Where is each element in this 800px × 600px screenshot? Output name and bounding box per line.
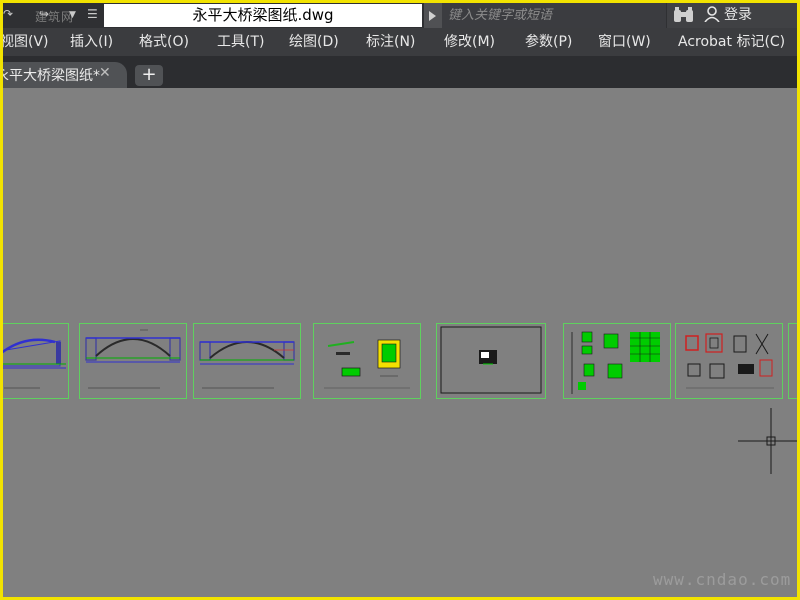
triangle-right-icon — [429, 11, 436, 21]
document-tab-label: 永平大桥梁图纸* — [3, 68, 100, 84]
customize-menu-icon[interactable]: ☰ — [87, 7, 98, 21]
watermark-text: www.cndao.com — [653, 570, 792, 589]
menu-modify[interactable]: 修改(M) — [444, 28, 495, 56]
menu-bar: 视图(V) 插入(I) 格式(O) 工具(T) 绘图(D) 标注(N) 修改(M… — [3, 28, 797, 56]
dropdown-arrow-icon[interactable]: ▼ — [69, 10, 76, 20]
menu-insert[interactable]: 插入(I) — [70, 28, 113, 56]
layout-thumbnail-bridge-3[interactable] — [193, 323, 301, 399]
title-bar: ↷ 建筑网 ↪ ▼ ☰ 永平大桥梁图纸.dwg 键入关键字或短语 登录 — [3, 3, 797, 28]
quick-access-toolbar: ↷ 建筑网 ↪ ▼ ☰ — [3, 3, 103, 28]
crosshair-cursor-icon — [738, 408, 797, 474]
login-button[interactable]: 登录 — [704, 3, 752, 28]
user-tools: 登录 — [667, 3, 797, 28]
layout-thumbnail-section-details[interactable] — [563, 323, 671, 399]
search-input[interactable]: 键入关键字或短语 — [442, 3, 666, 28]
menu-window[interactable]: 窗口(W) — [598, 28, 651, 56]
layout-thumbnail-site-plan[interactable] — [436, 323, 546, 399]
drawing-canvas[interactable]: www.cndao.com — [3, 88, 797, 597]
login-label: 登录 — [724, 7, 752, 23]
layout-thumbnail-bridge-1[interactable] — [3, 323, 69, 399]
layout-thumbnail-bridge-2[interactable] — [79, 323, 187, 399]
menu-format[interactable]: 格式(O) — [139, 28, 189, 56]
user-icon — [704, 6, 720, 23]
layout-thumbnail-reinforcement-details[interactable] — [675, 323, 783, 399]
menu-dimension[interactable]: 标注(N) — [366, 28, 415, 56]
binoculars-icon[interactable] — [673, 7, 695, 23]
menu-parametric[interactable]: 参数(P) — [525, 28, 572, 56]
redo-icon[interactable]: ↷ — [3, 7, 13, 21]
menu-tools[interactable]: 工具(T) — [217, 28, 264, 56]
document-title: 永平大桥梁图纸.dwg — [104, 4, 422, 27]
menu-view[interactable]: 视图(V) — [3, 28, 49, 56]
menu-acrobat-markup[interactable]: Acrobat 标记(C) — [678, 28, 785, 56]
undo-icon[interactable]: ↪ — [39, 7, 49, 21]
application-window: ↷ 建筑网 ↪ ▼ ☰ 永平大桥梁图纸.dwg 键入关键字或短语 登录 视图(V… — [3, 3, 797, 597]
layout-thumbnail-component-detail[interactable] — [313, 323, 421, 399]
search-expand-button[interactable] — [424, 3, 442, 28]
layout-thumbnail-partial[interactable] — [788, 323, 797, 399]
new-tab-button[interactable]: + — [135, 65, 163, 86]
close-icon[interactable]: ✕ — [99, 65, 111, 81]
document-tab[interactable]: 永平大桥梁图纸* ✕ — [3, 62, 127, 88]
menu-draw[interactable]: 绘图(D) — [289, 28, 339, 56]
document-tab-bar: 永平大桥梁图纸* ✕ + — [3, 56, 797, 88]
